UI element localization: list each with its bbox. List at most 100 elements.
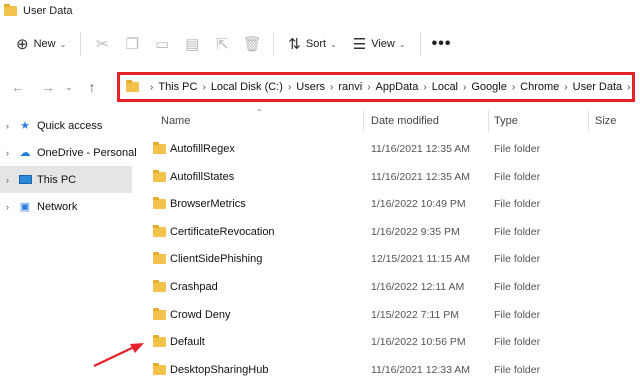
file-date: 11/16/2021 12:35 AM xyxy=(371,170,471,183)
new-button[interactable]: ⊕ New ⌄ xyxy=(8,29,74,59)
copy-icon[interactable]: ❐ xyxy=(117,29,147,59)
file-type: File folder xyxy=(494,225,541,238)
sidebar-item-this-pc[interactable]: › This PC xyxy=(0,166,132,193)
folder-icon xyxy=(153,224,166,237)
sidebar-item-onedrive[interactable]: › ☁ OneDrive - Personal xyxy=(0,139,140,166)
file-name: DesktopSharingHub xyxy=(170,363,269,376)
sidebar-item-label: This PC xyxy=(37,173,77,186)
back-arrow-icon[interactable]: ← xyxy=(6,75,30,99)
file-row[interactable]: Default 1/16/2022 10:56 PM File folder xyxy=(140,329,640,357)
file-type: File folder xyxy=(494,308,541,321)
chevron-right-icon[interactable]: › xyxy=(6,121,18,131)
chevron-right-icon[interactable]: › xyxy=(6,175,18,185)
file-name: CertificateRevocation xyxy=(170,225,275,238)
chevron-right-icon[interactable]: › xyxy=(6,148,18,158)
file-row[interactable]: AutofillRegex 11/16/2021 12:35 AM File f… xyxy=(140,136,640,164)
annotation-arrow xyxy=(93,343,144,367)
folder-icon xyxy=(153,197,166,210)
breadcrumb-separator-icon[interactable]: › xyxy=(330,82,333,93)
file-type: File folder xyxy=(494,253,541,266)
recent-locations-chevron-icon[interactable]: ⌄ xyxy=(62,83,76,92)
breadcrumb-user-data[interactable]: User Data xyxy=(573,81,623,93)
breadcrumb-separator-icon[interactable]: › xyxy=(423,82,426,93)
breadcrumb-separator-icon[interactable]: › xyxy=(288,82,291,93)
folder-icon xyxy=(153,252,166,265)
column-divider[interactable] xyxy=(588,110,589,132)
breadcrumb-local[interactable]: Local xyxy=(432,81,458,93)
breadcrumb-this-pc[interactable]: This PC xyxy=(158,81,197,93)
file-name: Crashpad xyxy=(170,280,218,293)
cloud-icon: ☁ xyxy=(19,147,31,159)
breadcrumb-users[interactable]: Users xyxy=(296,81,325,93)
breadcrumb-separator-icon[interactable]: › xyxy=(463,82,466,93)
file-name: Crowd Deny xyxy=(170,308,231,321)
up-arrow-icon[interactable]: ↑ xyxy=(80,75,104,99)
breadcrumb-separator-icon[interactable]: › xyxy=(512,82,515,93)
column-header-date[interactable]: Date modified xyxy=(371,115,439,127)
file-type: File folder xyxy=(494,198,541,211)
breadcrumb-ranvi[interactable]: ranvi xyxy=(338,81,362,93)
breadcrumb-separator-icon[interactable]: › xyxy=(627,82,630,93)
more-options-button[interactable]: ••• xyxy=(427,29,457,59)
new-label: New xyxy=(33,38,56,50)
view-lines-icon: ☰ xyxy=(352,35,367,53)
file-row[interactable]: Crowd Deny 1/15/2022 7:11 PM File folder xyxy=(140,302,640,330)
breadcrumb-separator-icon[interactable]: › xyxy=(367,82,370,93)
chevron-down-icon: ⌄ xyxy=(59,39,67,49)
sidebar-item-label: OneDrive - Personal xyxy=(37,146,137,159)
file-date: 1/16/2022 9:35 PM xyxy=(371,225,460,238)
column-header-type[interactable]: Type xyxy=(494,115,518,127)
file-name: BrowserMetrics xyxy=(170,198,246,211)
window-title: User Data xyxy=(23,5,73,17)
file-date: 11/16/2021 12:35 AM xyxy=(371,143,471,155)
sort-label: Sort xyxy=(305,38,327,50)
command-bar: ⊕ New ⌄ ✂ ❐ ▭ ▤ ⇱ 🗑 ⇅ Sort ⌄ ☰ View ⌄ ••… xyxy=(0,22,640,66)
file-type: File folder xyxy=(494,363,541,376)
file-date: 11/16/2021 12:33 AM xyxy=(371,363,471,376)
share-icon[interactable]: ⇱ xyxy=(207,29,237,59)
sidebar-item-quick-access[interactable]: › ★ Quick access xyxy=(0,112,140,139)
rename-icon[interactable]: ▤ xyxy=(177,29,207,59)
breadcrumb-chrome[interactable]: Chrome xyxy=(520,81,559,93)
column-header-size[interactable]: Size xyxy=(595,115,616,127)
paste-icon[interactable]: ▭ xyxy=(147,29,177,59)
file-row[interactable]: Crashpad 1/16/2022 12:11 AM File folder xyxy=(140,274,640,302)
folder-icon xyxy=(153,142,166,154)
forward-arrow-icon[interactable]: → xyxy=(36,75,60,99)
chevron-down-icon: ⌄ xyxy=(330,39,337,49)
breadcrumb-separator-icon[interactable]: › xyxy=(202,82,205,93)
file-date: 12/15/2021 11:15 AM xyxy=(371,253,471,266)
column-header-name[interactable]: Name xyxy=(161,115,190,127)
chevron-down-icon: ⌄ xyxy=(398,39,406,49)
file-date: 1/16/2022 12:11 AM xyxy=(371,280,465,293)
network-icon: ▣ xyxy=(19,201,31,213)
file-row[interactable]: DesktopSharingHub 11/16/2021 12:33 AM Fi… xyxy=(140,357,640,385)
sidebar-item-network[interactable]: › ▣ Network xyxy=(0,193,140,220)
breadcrumb-separator-icon[interactable]: › xyxy=(150,82,153,93)
file-row[interactable]: CertificateRevocation 1/16/2022 9:35 PM … xyxy=(140,219,640,247)
file-row[interactable]: ClientSidePhishing 12/15/2021 11:15 AM F… xyxy=(140,246,640,274)
toolbar-divider xyxy=(419,32,421,56)
breadcrumb-google[interactable]: Google xyxy=(471,81,506,93)
file-type: File folder xyxy=(494,280,541,293)
column-divider[interactable] xyxy=(488,110,489,132)
breadcrumb-appdata[interactable]: AppData xyxy=(376,81,419,93)
delete-icon[interactable]: 🗑 xyxy=(237,29,267,59)
file-row[interactable]: BrowserMetrics 1/16/2022 10:49 PM File f… xyxy=(140,191,640,219)
breadcrumb-local-disk[interactable]: Local Disk (C:) xyxy=(211,81,283,93)
column-divider[interactable] xyxy=(363,110,364,132)
view-label: View xyxy=(371,38,395,50)
sort-button[interactable]: ⇅ Sort ⌄ xyxy=(280,29,344,59)
cut-icon[interactable]: ✂ xyxy=(87,29,117,59)
file-date: 1/16/2022 10:49 PM xyxy=(371,198,466,211)
chevron-right-icon[interactable]: › xyxy=(6,202,18,212)
file-date: 1/15/2022 7:11 PM xyxy=(371,308,459,321)
view-button[interactable]: ☰ View ⌄ xyxy=(345,29,414,59)
sidebar-item-label: Network xyxy=(37,200,78,213)
file-type: File folder xyxy=(494,170,541,183)
breadcrumb-separator-icon[interactable]: › xyxy=(564,82,567,93)
address-bar[interactable]: › This PC › Local Disk (C:) › Users › ra… xyxy=(117,72,635,102)
file-name: AutofillRegex xyxy=(170,143,235,155)
file-row[interactable]: AutofillStates 11/16/2021 12:35 AM File … xyxy=(140,164,640,192)
file-name: ClientSidePhishing xyxy=(170,253,263,266)
